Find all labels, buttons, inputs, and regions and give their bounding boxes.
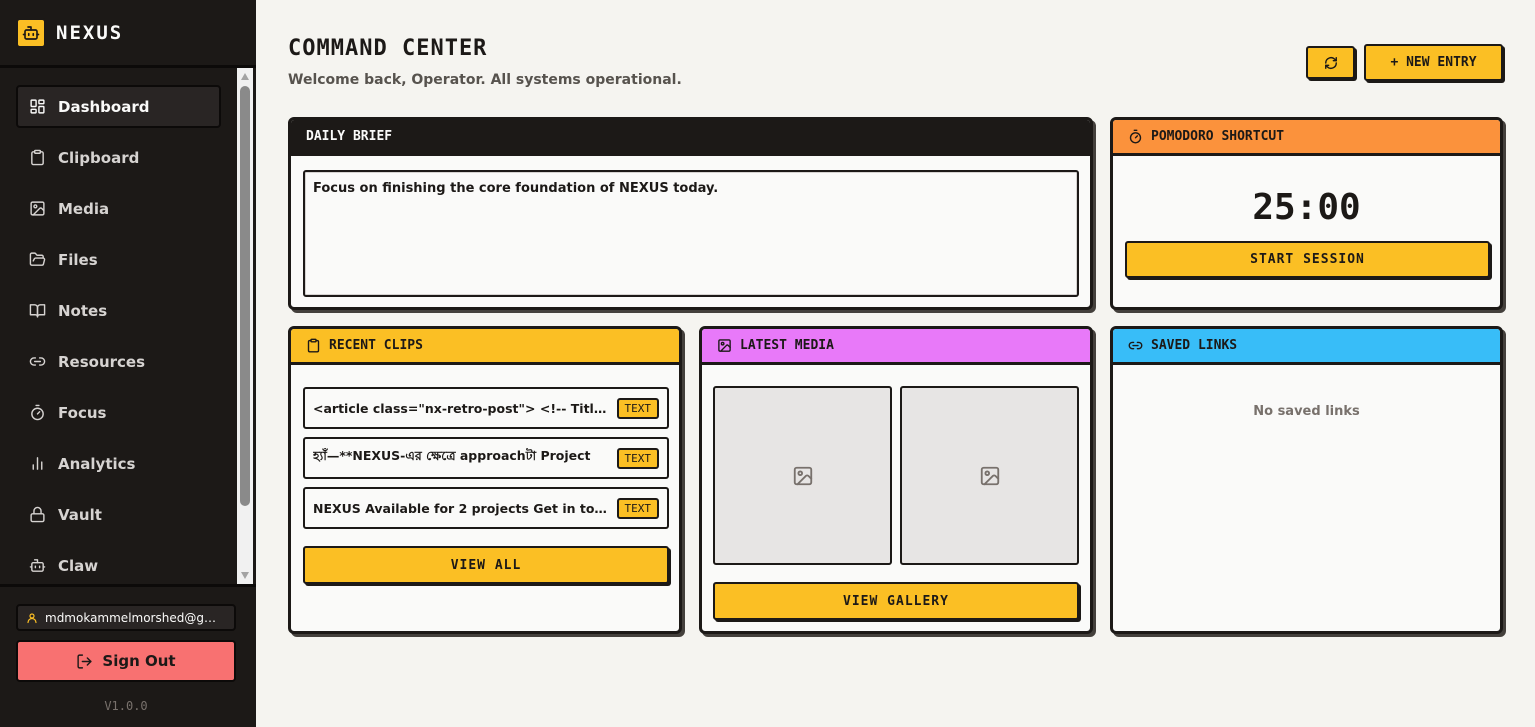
list-item[interactable]: NEXUS Available for 2 projects Get in to…	[303, 487, 669, 529]
sidebar-item-label: Vault	[58, 505, 102, 524]
saved-links-card: SAVED LINKS No saved links	[1110, 326, 1503, 634]
recent-clips-header: RECENT CLIPS	[291, 329, 679, 365]
new-entry-button[interactable]: + NEW ENTRY	[1364, 44, 1503, 81]
sidebar-item-notes[interactable]: Notes	[16, 289, 221, 332]
sidebar-item-focus[interactable]: Focus	[16, 391, 221, 434]
pomodoro-timer: 25:00	[1252, 187, 1361, 228]
sidebar-item-files[interactable]: Files	[16, 238, 221, 281]
media-thumbnail[interactable]	[900, 386, 1079, 565]
clipboard-icon	[31, 149, 44, 166]
dashboard-icon	[30, 99, 45, 114]
clipboard-icon	[307, 338, 320, 353]
daily-brief-card: DAILY BRIEF Focus on finishing the core …	[288, 117, 1093, 310]
user-chip[interactable]: mdmokammelmorshed@gmail.com	[16, 604, 236, 631]
image-icon	[718, 339, 731, 352]
clip-type-badge: TEXT	[616, 497, 659, 519]
latest-media-header: LATEST MEDIA	[702, 329, 1090, 365]
page-title: COMMAND CENTER	[288, 36, 488, 61]
sidebar-scrollbar[interactable]	[237, 68, 253, 584]
app-version: V1.0.0	[104, 699, 148, 713]
sidebar-item-clipboard[interactable]: Clipboard	[16, 136, 221, 179]
pomodoro-header: POMODORO SHORTCUT	[1113, 120, 1500, 156]
scroll-thumb[interactable]	[240, 86, 250, 506]
clip-text: NEXUS Available for 2 projects Get in to…	[313, 500, 609, 516]
scroll-down-arrow-icon[interactable]	[241, 572, 249, 579]
latest-media-card: LATEST MEDIA VIEW GALLERY	[699, 326, 1093, 634]
link-icon	[1128, 341, 1143, 350]
recent-clips-card: RECENT CLIPS <article class="nx-retro-po…	[288, 326, 682, 634]
sidebar-bottom-divider	[0, 584, 256, 587]
sidebar-item-analytics[interactable]: Analytics	[16, 442, 221, 485]
image-placeholder-icon	[980, 466, 999, 485]
sidebar-item-label: Dashboard	[58, 97, 150, 116]
sign-out-button[interactable]: Sign Out	[16, 640, 236, 682]
clip-type-badge: TEXT	[616, 447, 659, 469]
image-placeholder-icon	[793, 466, 812, 485]
folder-icon	[29, 252, 46, 266]
new-entry-label: + NEW ENTRY	[1390, 55, 1477, 70]
sidebar-item-label: Resources	[58, 352, 146, 371]
sidebar-item-resources[interactable]: Resources	[16, 340, 221, 383]
sidebar-nav: Dashboard Clipboard Media Files Notes Re…	[0, 68, 237, 584]
sidebar-item-media[interactable]: Media	[16, 187, 221, 230]
sidebar-item-dashboard[interactable]: Dashboard	[16, 85, 221, 128]
log-out-icon	[77, 653, 92, 669]
saved-links-header: SAVED LINKS	[1113, 329, 1500, 365]
sidebar-item-label: Clipboard	[58, 148, 140, 167]
sidebar: NEXUS Dashboard Clipboard Media Files No…	[0, 0, 256, 727]
timer-icon	[31, 404, 44, 421]
start-session-button[interactable]: START SESSION	[1125, 241, 1490, 278]
start-session-label: START SESSION	[1250, 252, 1365, 267]
clip-text: হ্যাঁ—**NEXUS-এর ক্ষেত্রে approachটা Pro…	[313, 448, 591, 463]
media-thumbnail[interactable]	[713, 386, 892, 565]
image-icon	[30, 201, 45, 216]
book-icon	[29, 304, 46, 318]
list-item[interactable]: <article class="nx-retro-post"> <!-- Tit…	[303, 387, 669, 429]
bot-logo-icon	[16, 18, 46, 48]
user-email: mdmokammelmorshed@gmail.com	[45, 610, 226, 625]
brand[interactable]: NEXUS	[16, 18, 123, 48]
sidebar-item-claw[interactable]: Claw	[16, 544, 221, 584]
link-icon	[29, 357, 46, 366]
sidebar-item-label: Focus	[58, 403, 107, 422]
sign-out-label: Sign Out	[102, 652, 176, 670]
sidebar-item-label: Files	[58, 250, 98, 269]
sidebar-item-label: Analytics	[58, 454, 136, 473]
view-gallery-button[interactable]: VIEW GALLERY	[713, 582, 1079, 620]
lock-icon	[30, 506, 45, 523]
sidebar-item-label: Claw	[58, 556, 99, 575]
saved-links-title: SAVED LINKS	[1151, 338, 1238, 353]
refresh-button[interactable]	[1306, 46, 1355, 79]
view-all-label: VIEW ALL	[450, 557, 522, 573]
view-gallery-label: VIEW GALLERY	[843, 593, 949, 609]
recent-clips-title: RECENT CLIPS	[329, 338, 423, 353]
latest-media-title: LATEST MEDIA	[740, 338, 834, 353]
refresh-icon	[1324, 56, 1337, 69]
brand-name: NEXUS	[56, 22, 124, 44]
bar-chart-icon	[32, 457, 43, 470]
sidebar-item-label: Notes	[58, 301, 108, 320]
clip-text: <article class="nx-retro-post"> <!-- Tit…	[313, 400, 609, 416]
sidebar-item-label: Media	[58, 199, 110, 218]
list-item[interactable]: হ্যাঁ—**NEXUS-এর ক্ষেত্রে approachটা Pro…	[303, 437, 669, 479]
pomodoro-title: POMODORO SHORTCUT	[1151, 129, 1285, 144]
clip-type-badge: TEXT	[616, 397, 659, 419]
bot-icon	[29, 559, 46, 572]
daily-brief-title: DAILY BRIEF	[306, 129, 393, 144]
sidebar-item-vault[interactable]: Vault	[16, 493, 221, 536]
timer-icon	[1129, 129, 1142, 144]
daily-brief-textarea[interactable]: Focus on finishing the core foundation o…	[303, 170, 1079, 297]
pomodoro-card: POMODORO SHORTCUT 25:00 START SESSION	[1110, 117, 1503, 310]
user-icon	[27, 612, 37, 623]
view-all-button[interactable]: VIEW ALL	[303, 546, 669, 584]
daily-brief-header: DAILY BRIEF	[291, 120, 1090, 156]
scroll-up-arrow-icon[interactable]	[241, 73, 249, 80]
page-subtitle: Welcome back, Operator. All systems oper…	[288, 72, 682, 88]
saved-links-empty-state: No saved links	[1253, 404, 1360, 419]
